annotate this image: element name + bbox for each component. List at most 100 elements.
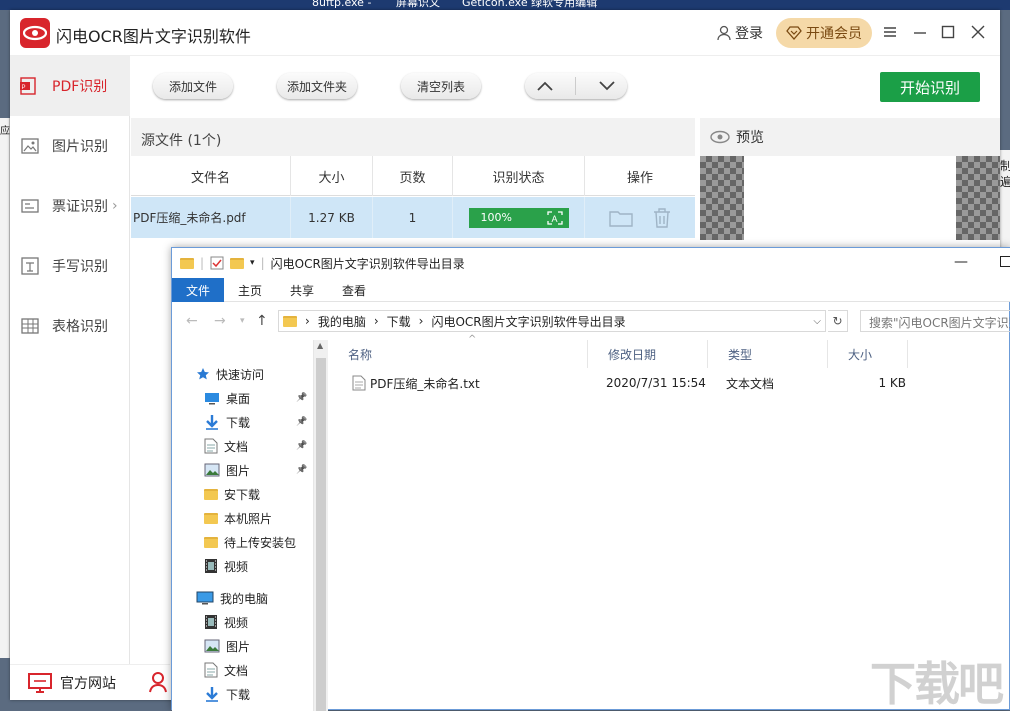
minimize-icon[interactable] [910,22,930,42]
sidebar-item-label: 表格识别 [52,319,108,335]
nav-item-label: 我的电脑 [220,591,269,606]
open-folder-icon[interactable] [609,209,633,227]
official-site-link[interactable]: 官方网站 [28,673,116,693]
tab-file[interactable]: 文件 [172,278,225,302]
nav-item-label: 待上传安装包 [224,535,297,550]
table-row[interactable]: PDF压缩_未命名.pdf 1.27 KB 1 100% A [131,197,695,238]
nav-item[interactable]: 视频 [172,554,312,578]
breadcrumb-item[interactable]: 下载 [387,313,411,330]
image-icon [20,136,40,156]
taskbar-item[interactable]: 屏幕识文 [396,0,440,8]
nav-item-label: 下载 [226,415,251,430]
taskbar-item[interactable]: 8uftp.exe - [312,0,371,8]
pin-icon[interactable]: 📌 [296,393,307,403]
sidebar: P PDF识别 图片识别 票证识别 › 手写识别 表格识别 官方网站 [10,56,170,700]
login-button[interactable]: 登录 [716,23,763,43]
clear-list-button[interactable]: 清空列表 [401,73,481,99]
file-list-item[interactable]: PDF压缩_未命名.txt 2020/7/31 15:54 文本文档 1 KB [348,372,928,394]
nav-item[interactable]: 待上传安装包 [172,530,312,554]
pin-icon[interactable]: 📌 [296,417,307,427]
nav-item[interactable]: 下载 [172,682,312,706]
add-folder-button[interactable]: 添加文件夹 [277,73,357,99]
close-icon[interactable] [968,22,988,42]
column-header-name[interactable]: 名称 [328,340,588,368]
new-folder-icon[interactable] [230,257,245,269]
breadcrumb-item[interactable]: 我的电脑 [318,313,366,330]
column-header: 大小 [291,156,373,196]
delete-icon[interactable] [653,207,671,228]
maximize-icon[interactable] [1000,256,1010,267]
nav-item[interactable]: 我的电脑 [172,586,312,610]
text-file-icon [352,375,366,391]
column-header-size[interactable]: 大小 [828,340,908,368]
sidebar-item-pdf[interactable]: P PDF识别 [10,56,130,116]
nav-item-label: 快速访问 [216,367,265,382]
properties-icon[interactable] [210,256,224,270]
nav-item[interactable]: 桌面 📌 [172,386,312,410]
background-window: 制 遍 [1000,150,1010,250]
sidebar-item-ticket[interactable]: 票证识别 › [10,176,130,236]
refresh-icon[interactable]: ↻ [828,310,848,332]
address-path[interactable]: › 我的电脑 › 下载 › 闪电OCR图片文字识别软件导出目录 ⌵ [278,310,826,332]
column-header-date[interactable]: 修改日期 [588,340,708,368]
pin-icon[interactable]: 📌 [296,465,307,475]
move-down-icon[interactable] [598,80,616,92]
scan-text-icon[interactable]: A [546,210,563,225]
address-bar: ← → ▾ ↑ › 我的电脑 › 下载 › 闪电OCR图片文字识别软件导出目录 … [172,308,1010,334]
progress-text: 100% [480,211,512,224]
start-recognition-button[interactable]: 开始识别 [880,72,980,102]
move-up-icon[interactable] [536,80,554,92]
explorer-title: 闪电OCR图片文字识别软件导出目录 [270,256,465,271]
preview-header: 预览 [700,118,1000,156]
minimize-icon[interactable]: — [954,254,968,270]
sort-up-icon: ^ [468,334,477,345]
sidebar-item-handwrite[interactable]: 手写识别 [10,236,130,296]
taskbar-item[interactable]: GetIcon.exe 绿软专用编辑 [462,0,597,8]
scroll-up-icon[interactable]: ▲ [317,341,323,350]
column-header-type[interactable]: 类型 [708,340,828,368]
folder-icon [180,257,194,269]
recent-dropdown-icon[interactable]: ▾ [240,316,245,326]
file-size: 1 KB [878,376,906,390]
maximize-icon[interactable] [938,22,958,42]
nav-item-label: 本机照片 [224,511,273,526]
table-icon [20,316,40,336]
user-center-icon[interactable] [148,671,168,693]
pin-icon[interactable]: 📌 [296,441,307,451]
vip-button[interactable]: 开通会员 [776,18,872,48]
nav-item[interactable]: 下载 📌 [172,410,312,434]
back-icon[interactable]: ← [186,313,198,329]
search-input[interactable]: 搜索"闪电OCR图片文字识别 [860,310,1010,332]
tab-share[interactable]: 共享 [276,278,328,302]
quick-access-dropdown-icon[interactable]: ▾ [250,258,255,268]
divider: | [200,256,205,270]
nav-item[interactable]: 安下载 [172,482,312,506]
sidebar-item-image[interactable]: 图片识别 [10,116,130,176]
breadcrumb-item[interactable]: 闪电OCR图片文字识别软件导出目录 [431,313,625,330]
divider [575,77,577,95]
explorer-titlebar: | ▾ | 闪电OCR图片文字识别软件导出目录 — [172,248,1010,278]
chevron-down-icon[interactable]: ⌵ [813,316,821,327]
preview-canvas [700,156,744,240]
diamond-icon [786,26,802,40]
scrollbar[interactable]: ▲ [313,340,328,711]
toolbar: 添加文件 添加文件夹 清空列表 开始识别 [131,56,1000,118]
nav-item[interactable]: 快速访问 [172,362,312,386]
up-icon[interactable]: ↑ [256,313,268,329]
tab-view[interactable]: 查看 [328,278,380,302]
scrollbar-thumb[interactable] [316,358,326,711]
file-explorer-window: | ▾ | 闪电OCR图片文字识别软件导出目录 — 文件 主页 共享 查看 ← … [171,247,1010,711]
nav-item[interactable]: 文档 [172,658,312,682]
nav-item[interactable]: 图片 [172,634,312,658]
nav-item[interactable]: 视频 [172,610,312,634]
add-file-button[interactable]: 添加文件 [153,73,233,99]
nav-item[interactable]: 图片 📌 [172,458,312,482]
sidebar-item-table[interactable]: 表格识别 [10,296,130,356]
move-buttons [525,73,627,99]
official-site-label: 官方网站 [60,676,116,692]
nav-item[interactable]: 文档 📌 [172,434,312,458]
tab-home[interactable]: 主页 [224,278,276,302]
nav-item[interactable]: 本机照片 [172,506,312,530]
menu-icon[interactable] [880,22,900,42]
forward-icon[interactable]: → [214,313,226,329]
